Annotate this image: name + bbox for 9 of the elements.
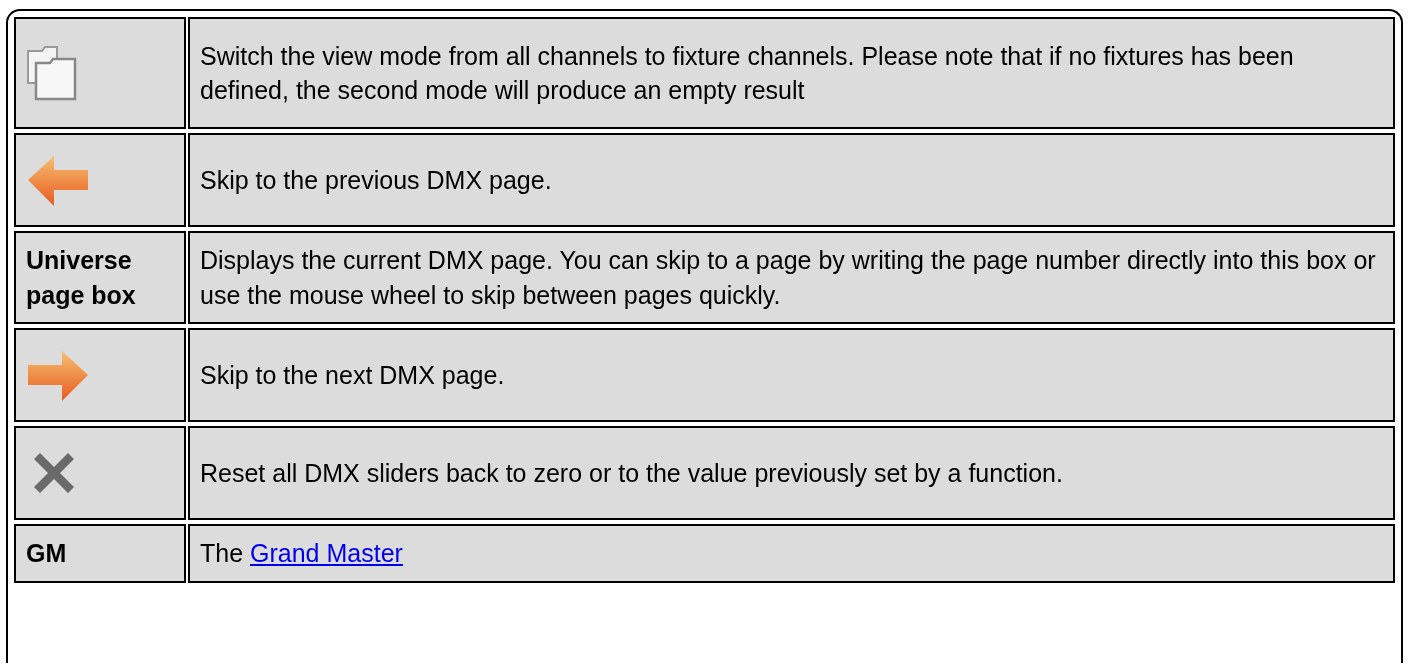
description-cell: Skip to the previous DMX page. — [188, 133, 1395, 227]
description-cell: Skip to the next DMX page. — [188, 328, 1395, 422]
grand-master-link[interactable]: Grand Master — [250, 539, 403, 567]
description-cell: Switch the view mode from all channels to fixture channels. Please note that if no fixtures has been defined, the second mode will produce an empty result — [188, 17, 1395, 129]
description-text: The — [200, 539, 245, 567]
description-cell: Displays the current DMX page. You can skip to a page by writing the page number directly into this box or use the mouse wheel to skip between pages quickly. — [188, 231, 1395, 324]
label-cell: Universe page box — [14, 231, 186, 324]
label-cell: GM — [14, 524, 186, 583]
description-cell: Reset all DMX sliders back to zero or to the value previously set by a function. — [188, 426, 1395, 520]
